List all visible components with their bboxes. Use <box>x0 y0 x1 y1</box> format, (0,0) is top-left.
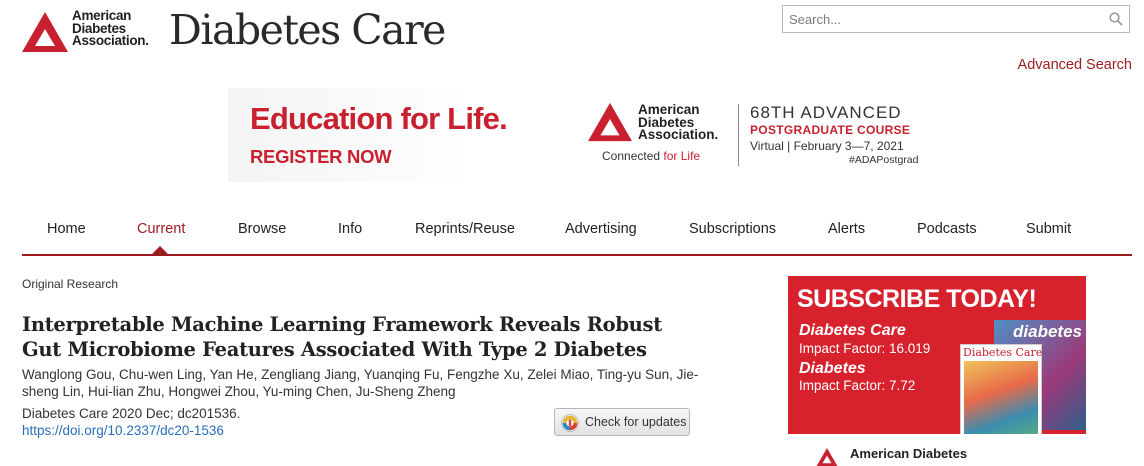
article-authors: Wanglong Gou, Chu-wen Ling, Yan He, Zeng… <box>22 367 699 399</box>
subscribe-impact-2: Impact Factor: 7.72 <box>799 378 916 393</box>
nav-subscriptions[interactable]: Subscriptions <box>689 221 776 237</box>
banner-divider <box>738 104 739 166</box>
cover-back-title: diabetes <box>1013 322 1082 341</box>
nav-podcasts[interactable]: Podcasts <box>917 221 977 237</box>
banner-org-name: American Diabetes Association. <box>638 102 719 142</box>
banner-event-subtitle: POSTGRADUATE COURSE <box>750 123 911 137</box>
main-nav: Home Current Browse Info Reprints/Reuse … <box>22 210 1132 256</box>
subscribe-footer-strip: American Diabetes <box>788 434 1086 466</box>
search-icon[interactable] <box>1109 12 1123 26</box>
subscribe-ad[interactable]: SUBSCRIBE TODAY! Diabetes Care Impact Fa… <box>788 276 1086 466</box>
advanced-search-link[interactable]: Advanced Search <box>1018 57 1132 73</box>
subscribe-footer-org: American Diabetes <box>850 446 968 461</box>
nav-current[interactable]: Current <box>137 221 185 237</box>
ada-triangle-logo-icon <box>816 448 838 466</box>
banner-ad[interactable]: Education for Life. REGISTER NOW America… <box>228 88 928 182</box>
article-title: Interpretable Machine Learning Framework… <box>22 313 662 361</box>
check-for-updates-label: Check for updates <box>585 415 687 429</box>
cover-artwork <box>964 361 1038 441</box>
diabetes-care-journal-cover: Diabetes Care <box>960 344 1042 446</box>
search-input[interactable] <box>783 6 1095 32</box>
check-for-updates-button[interactable]: Check for updates <box>554 408 690 436</box>
nav-home[interactable]: Home <box>47 221 86 237</box>
nav-reprints-reuse[interactable]: Reprints/Reuse <box>415 221 515 237</box>
search-box <box>782 5 1130 33</box>
banner-event-title: 68TH ADVANCED <box>750 103 902 122</box>
banner-event-dates: Virtual | February 3—7, 2021 <box>750 139 904 153</box>
cover-front-title: Diabetes Care <box>963 346 1043 359</box>
logo-org-name: American Diabetes Association. <box>72 8 149 48</box>
nav-info[interactable]: Info <box>338 221 362 237</box>
article-citation: Diabetes Care 2020 Dec; dc201536. <box>22 406 241 421</box>
subscribe-journal-2: Diabetes <box>799 360 866 377</box>
article-section-label: Original Research <box>22 277 119 291</box>
active-nav-indicator <box>152 246 168 254</box>
article-doi-link[interactable]: https://doi.org/10.2337/dc20-1536 <box>22 423 224 438</box>
nav-submit[interactable]: Submit <box>1026 221 1071 237</box>
ada-triangle-logo-icon <box>588 102 632 142</box>
journal-logo[interactable]: American Diabetes Association. Diabetes … <box>22 6 482 56</box>
nav-browse[interactable]: Browse <box>238 221 286 237</box>
banner-register-cta[interactable]: REGISTER NOW <box>250 146 392 168</box>
banner-headline: Education for Life. <box>250 101 508 136</box>
nav-alerts[interactable]: Alerts <box>828 221 865 237</box>
nav-advertising[interactable]: Advertising <box>565 221 637 237</box>
ada-triangle-logo-icon <box>22 12 68 52</box>
banner-hashtag: #ADAPostgrad <box>849 154 919 166</box>
subscribe-impact-1: Impact Factor: 16.019 <box>799 341 931 356</box>
crossmark-icon <box>561 414 579 432</box>
subscribe-journal-1: Diabetes Care <box>799 322 906 339</box>
subscribe-headline: SUBSCRIBE TODAY! <box>797 285 1037 313</box>
journal-title: Diabetes Care <box>169 6 446 54</box>
banner-tagline: Connected for Life <box>602 149 701 163</box>
